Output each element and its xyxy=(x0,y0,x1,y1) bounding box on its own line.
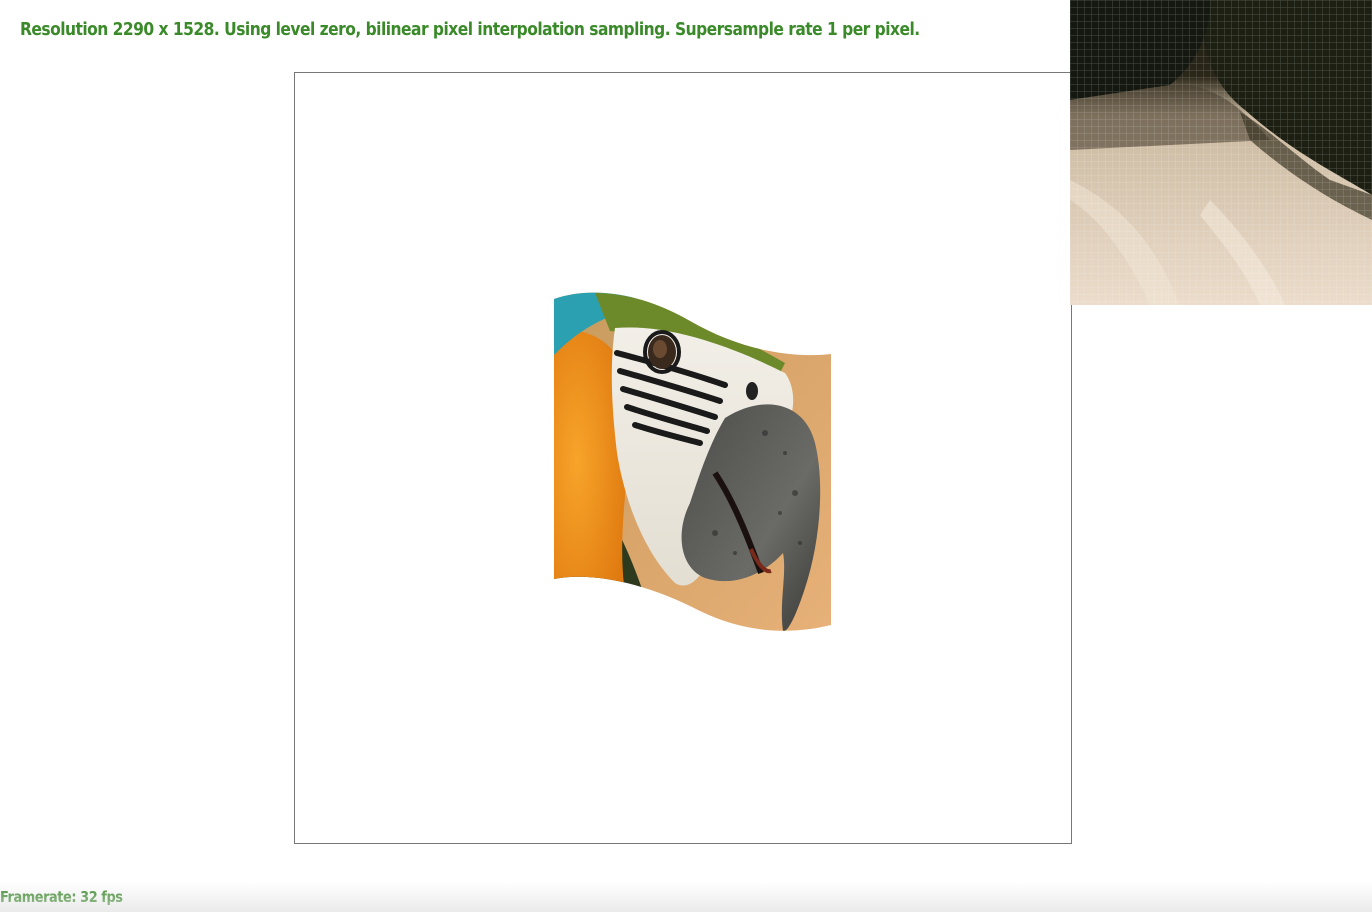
render-status-text: Resolution 2290 x 1528. Using level zero… xyxy=(20,19,920,40)
framerate-text: Framerate: 32 fps xyxy=(0,888,123,906)
textured-parrot-image xyxy=(554,292,831,631)
pixel-zoom-inset xyxy=(1070,0,1372,305)
bottom-shade xyxy=(0,882,1372,912)
render-viewport[interactable] xyxy=(294,72,1072,844)
magnified-pixel-grid xyxy=(1070,0,1372,305)
